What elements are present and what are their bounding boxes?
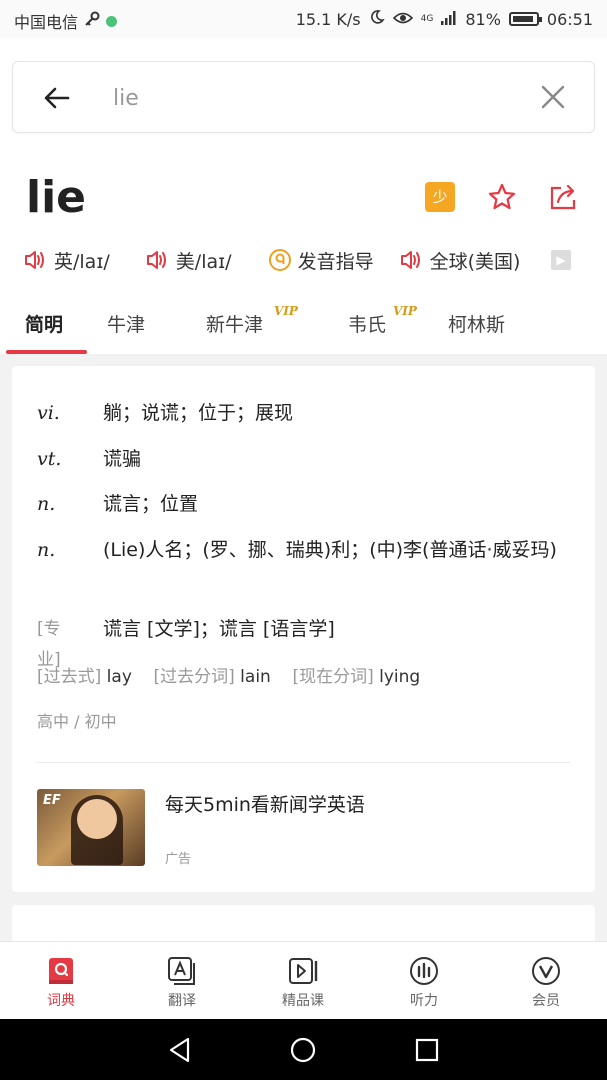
- clock-time: 06:51: [546, 9, 593, 29]
- search-header: [0, 38, 607, 158]
- present-participle[interactable]: lying: [379, 667, 420, 687]
- nav-translate-label: 翻译: [168, 993, 196, 1009]
- pron-us[interactable]: 美/laɪ/: [146, 247, 232, 274]
- pron-uk-label: 英/laɪ/: [54, 250, 110, 273]
- tab-webster[interactable]: 韦氏 VIP: [348, 304, 417, 337]
- key-icon: [84, 11, 100, 31]
- pronunciation-row: 英/laɪ/ 美/laɪ/ 发音指导 全球(美国): [24, 244, 556, 276]
- specialty-text: 谎言 [文学]；谎言 [语言学]: [103, 618, 335, 640]
- part-of-speech: n.: [37, 539, 56, 561]
- recents-square-icon[interactable]: [413, 1036, 441, 1064]
- ad-image[interactable]: EF: [37, 789, 145, 866]
- level-badge[interactable]: 少: [425, 182, 455, 212]
- part-of-speech: vt.: [37, 448, 62, 470]
- definition-text: (Lie)人名；(罗、挪、瑞典)利；(中)李(普通话·威妥玛): [103, 539, 557, 561]
- carrier-name: 中国电信: [14, 13, 79, 32]
- pron-us-label: 美/laɪ/: [175, 250, 232, 273]
- pron-global-label: 全球(美国): [429, 250, 521, 273]
- tab-oxford[interactable]: 牛津: [107, 310, 145, 337]
- nav-vip-label: 会员: [532, 993, 560, 1009]
- nav-translate[interactable]: 翻译: [132, 942, 232, 1020]
- notification-dot-icon: [106, 15, 118, 27]
- headword: lie: [26, 172, 87, 223]
- pron-guide[interactable]: 发音指导: [268, 247, 374, 274]
- status-bar: 中国电信 15.1 K/s 4G 81% 06:51: [0, 0, 607, 38]
- signal-icon: [441, 10, 457, 29]
- part-of-speech: vi.: [37, 402, 60, 424]
- exam-level: 高中 / 初中: [37, 712, 117, 731]
- video-course-icon: [289, 958, 318, 984]
- nav-course[interactable]: 精品课: [253, 942, 353, 1020]
- listening-icon: [410, 957, 438, 985]
- network-speed: 15.1 K/s: [295, 9, 361, 29]
- moon-icon: [369, 9, 385, 29]
- nav-dictionary[interactable]: 词典: [11, 942, 111, 1020]
- pron-guide-label: 发音指导: [297, 250, 374, 273]
- ad-label: 广告: [165, 852, 192, 867]
- vip-badge: VIP: [393, 304, 417, 318]
- nav-listening-label: 听力: [410, 993, 438, 1009]
- ad-brand: EF: [43, 793, 61, 808]
- translate-icon: [168, 957, 195, 985]
- search-input[interactable]: [111, 80, 511, 116]
- past-tense[interactable]: lay: [107, 667, 132, 687]
- pron-uk[interactable]: 英/laɪ/: [24, 247, 110, 274]
- past-tense-label: [过去式]: [37, 667, 102, 687]
- past-participle-label: [过去分词]: [153, 667, 235, 687]
- definition-text: 谎言；位置: [103, 493, 199, 515]
- close-icon[interactable]: [540, 84, 566, 110]
- word-forms: [过去式] lay [过去分词] lain [现在分词] lying: [37, 662, 420, 687]
- word-header: lie 少 英/laɪ/ 美/laɪ/ 发音指导 全球(美国) ▶ 简明 牛津 …: [0, 158, 607, 354]
- tab-collins[interactable]: 柯林斯: [448, 310, 505, 337]
- search-box: [12, 61, 595, 133]
- eye-icon: [392, 10, 413, 29]
- present-participle-label: [现在分词]: [292, 667, 374, 687]
- divider: [37, 762, 570, 763]
- past-participle[interactable]: lain: [240, 667, 271, 687]
- speaker-icon: [400, 251, 420, 269]
- home-circle-icon[interactable]: [289, 1036, 317, 1064]
- pron-global[interactable]: 全球(美国): [400, 247, 521, 274]
- bottom-navigation: 词典 翻译 精品课 听力 会员: [0, 941, 607, 1019]
- nav-listening[interactable]: 听力: [374, 942, 474, 1020]
- dictionary-tabs: 简明 牛津 新牛津 VIP 韦氏 VIP 柯林斯: [0, 304, 607, 354]
- dictionary-icon: [49, 958, 73, 984]
- nav-dictionary-label: 词典: [47, 993, 75, 1009]
- definition-card: vi. 躺；说谎；位于；展现 vt. 谎骗 n. 谎言；位置 n. (Lie)人…: [12, 366, 595, 892]
- battery-icon: [508, 12, 542, 26]
- system-navigation-bar: [0, 1019, 607, 1080]
- chevron-right-icon[interactable]: ▶: [551, 250, 571, 270]
- nav-course-label: 精品课: [282, 993, 324, 1009]
- share-icon[interactable]: [547, 182, 579, 212]
- vip-badge: VIP: [274, 304, 298, 318]
- part-of-speech: n.: [37, 493, 56, 515]
- network-type: 4G: [420, 13, 434, 24]
- vip-icon: [532, 957, 560, 985]
- nav-vip[interactable]: 会员: [496, 942, 596, 1020]
- definition-text: 谎骗: [103, 448, 142, 470]
- tab-concise[interactable]: 简明: [25, 310, 63, 337]
- speaker-icon: [25, 251, 44, 269]
- tab-new-oxford[interactable]: 新牛津 VIP: [206, 304, 298, 337]
- back-triangle-icon[interactable]: [166, 1036, 194, 1064]
- ad-title[interactable]: 每天5min看新闻学英语: [165, 790, 365, 817]
- battery-percent: 81%: [465, 9, 501, 29]
- star-icon[interactable]: [487, 182, 517, 212]
- arrow-left-icon[interactable]: [41, 82, 73, 114]
- pronunciation-guide-icon: [268, 249, 291, 271]
- speaker-icon: [146, 251, 166, 269]
- definition-text: 躺；说谎；位于；展现: [103, 402, 294, 424]
- active-tab-indicator: [6, 350, 87, 354]
